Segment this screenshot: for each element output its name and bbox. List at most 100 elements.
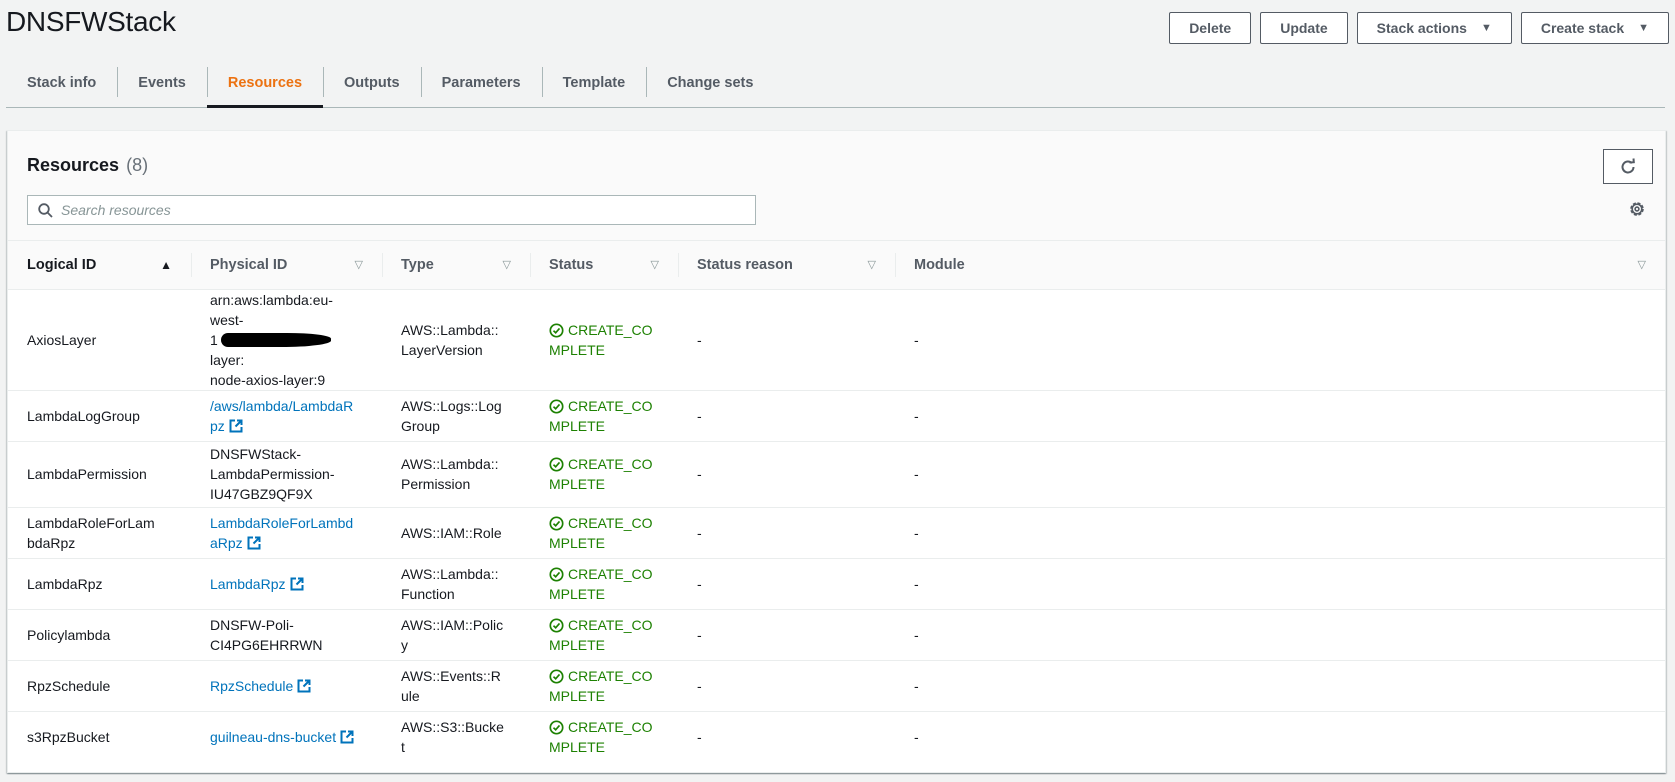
table-row[interactable]: RpzSchedule RpzSchedule AWS::Events::Rule C… — [8, 660, 1665, 712]
column-header-module[interactable]: Module ▽ — [895, 241, 1665, 290]
status-reason: - — [697, 466, 702, 482]
status-indicator: CREATE_COMPLETE — [549, 564, 653, 604]
check-circle-icon — [549, 617, 564, 633]
status-text: CREATE_COMPLETE — [549, 718, 653, 755]
search-icon — [38, 202, 53, 218]
stack-tabs: Stack info Events Resources Outputs Paramete… — [6, 58, 1665, 108]
resources-title: Resources — [27, 155, 120, 175]
tab-resources[interactable]: Resources — [206, 58, 324, 108]
check-circle-icon — [549, 398, 564, 414]
cell-physical-id: DNSFWStack-LambdaPermission-IU47GBZ9QF9X — [191, 441, 382, 508]
table-row[interactable]: LambdaRoleForLambdaRpz LambdaRoleForLambd… — [8, 507, 1665, 559]
table-row[interactable]: Policylambda DNSFW-Poli-CI4PG6EHRRWN AWS::… — [8, 609, 1665, 661]
logical-id: AxiosLayer — [27, 331, 97, 348]
sort-icon[interactable]: ▽ — [868, 258, 876, 271]
logical-id: LambdaRoleForLambdaRpz — [27, 514, 155, 551]
column-header-status[interactable]: Status ▽ — [530, 241, 678, 290]
physical-id-link[interactable]: LambdaRpz — [210, 576, 304, 592]
column-header-physical-id[interactable]: Physical ID ▽ — [191, 241, 382, 290]
sort-icon[interactable]: ▽ — [1638, 258, 1646, 271]
cell-logical-id: LambdaRpz — [8, 558, 191, 610]
status-reason: - — [697, 677, 702, 694]
status-text: CREATE_COMPLETE — [549, 667, 653, 704]
table-row[interactable]: s3RpzBucket guilneau-dns-bucket AWS::S3::B… — [8, 711, 1665, 762]
column-header-status-reason[interactable]: Status reason ▽ — [678, 241, 895, 290]
logical-id: RpzSchedule — [27, 677, 111, 694]
status-indicator: CREATE_COMPLETE — [549, 513, 653, 553]
resource-type: AWS::Lambda::LayerVersion — [401, 321, 499, 358]
table-row[interactable]: AxiosLayer arn:aws:lambda:eu-west- 1layer:… — [8, 289, 1665, 391]
check-circle-icon — [549, 720, 564, 735]
column-header-logical-id[interactable]: Logical ID ▲ — [8, 241, 191, 290]
tab-label: Change sets — [667, 74, 754, 91]
tab-parameters[interactable]: Parameters — [420, 58, 542, 107]
tab-template[interactable]: Template — [541, 58, 647, 107]
resource-type: AWS::Lambda::Permission — [401, 456, 499, 492]
column-header-inner: Status reason ▽ — [697, 257, 876, 273]
caret-down-icon: ▼ — [1638, 22, 1649, 34]
cell-type: AWS::Logs::LogGroup — [382, 390, 530, 442]
cell-status-reason: - — [678, 289, 895, 391]
delete-button[interactable]: Delete — [1169, 12, 1252, 44]
cell-logical-id: LambdaLogGroup — [8, 390, 191, 442]
cell-logical-id: LambdaPermission — [8, 441, 191, 508]
update-button[interactable]: Update — [1260, 12, 1348, 44]
resource-type: AWS::IAM::Role — [401, 524, 502, 541]
check-circle-icon — [549, 668, 564, 684]
resources-panel-header: Resources (8) — [8, 131, 1665, 241]
cell-module: - — [895, 558, 1665, 610]
resources-heading: Resources (8) — [27, 155, 148, 176]
physical-id-link[interactable]: /aws/lambda/LambdaRpz — [210, 398, 353, 434]
cell-logical-id: s3RpzBucket — [8, 711, 191, 762]
cell-physical-id: RpzSchedule — [191, 660, 382, 712]
physical-id-link[interactable]: LambdaRoleForLambdaRpz — [210, 515, 353, 551]
tab-events[interactable]: Events — [117, 58, 207, 107]
column-header-inner: Logical ID ▲ — [27, 257, 172, 273]
status-text: CREATE_COMPLETE — [549, 514, 653, 551]
physical-id-link[interactable]: RpzSchedule — [210, 678, 311, 694]
tab-outputs[interactable]: Outputs — [323, 58, 421, 107]
search-input[interactable] — [61, 202, 741, 218]
status-indicator: CREATE_COMPLETE — [549, 666, 653, 706]
tab-stack-info[interactable]: Stack info — [6, 58, 117, 107]
column-header-inner: Status ▽ — [549, 257, 659, 273]
physical-id-link[interactable]: guilneau-dns-bucket — [210, 729, 354, 745]
cell-status-reason: - — [678, 558, 895, 610]
table-row[interactable]: LambdaLogGroup/aws/lambda/LambdaRpz AWS::… — [8, 390, 1665, 442]
status-indicator: CREATE_COMPLETE — [549, 320, 653, 360]
tab-change-sets[interactable]: Change sets — [646, 58, 774, 107]
cell-status: CREATE_COMPLETE — [530, 441, 678, 508]
cell-type: AWS::S3::Bucket — [382, 711, 530, 762]
cell-status: CREATE_COMPLETE — [530, 390, 678, 442]
create-stack-dropdown[interactable]: Create stack ▼ — [1520, 12, 1669, 44]
physical-id-text: LambdaRpz — [210, 575, 286, 592]
cell-module: - — [895, 711, 1665, 762]
module: - — [914, 728, 919, 745]
cell-status-reason: - — [678, 507, 895, 559]
refresh-button[interactable] — [1603, 149, 1653, 184]
tab-label: Template — [562, 74, 626, 91]
sort-icon[interactable]: ▽ — [503, 258, 511, 271]
column-header-type[interactable]: Type ▽ — [382, 241, 530, 290]
cell-status-reason: - — [678, 609, 895, 661]
table-row[interactable]: LambdaPermission DNSFWStack-LambdaPermiss… — [8, 441, 1665, 508]
cell-type: AWS::Events::Rule — [382, 660, 530, 712]
cell-module: - — [895, 390, 1665, 442]
gear-icon[interactable] — [1628, 200, 1646, 218]
physical-id-text: guilneau-dns-bucket — [210, 728, 337, 745]
stack-actions-dropdown[interactable]: Stack actions ▼ — [1356, 12, 1512, 44]
column-label: Module — [914, 256, 965, 273]
physical-id: DNSFWStack-LambdaPermission-IU47GBZ9QF9X — [210, 446, 335, 502]
sort-icon[interactable]: ▽ — [651, 258, 659, 271]
cell-logical-id: Policylambda — [8, 609, 191, 661]
column-label: Logical ID — [27, 256, 97, 273]
logical-id: LambdaPermission — [27, 466, 147, 482]
sort-ascending-icon[interactable]: ▲ — [160, 258, 172, 272]
create-stack-label: Create stack — [1540, 20, 1625, 36]
cell-status: CREATE_COMPLETE — [530, 609, 678, 661]
status-indicator: CREATE_COMPLETE — [549, 396, 653, 436]
table-row[interactable]: LambdaRpz LambdaRpz AWS::Lambda::Function C… — [8, 558, 1665, 610]
cell-status: CREATE_COMPLETE — [530, 558, 678, 610]
external-link-icon — [290, 577, 303, 590]
sort-icon[interactable]: ▽ — [355, 258, 363, 271]
